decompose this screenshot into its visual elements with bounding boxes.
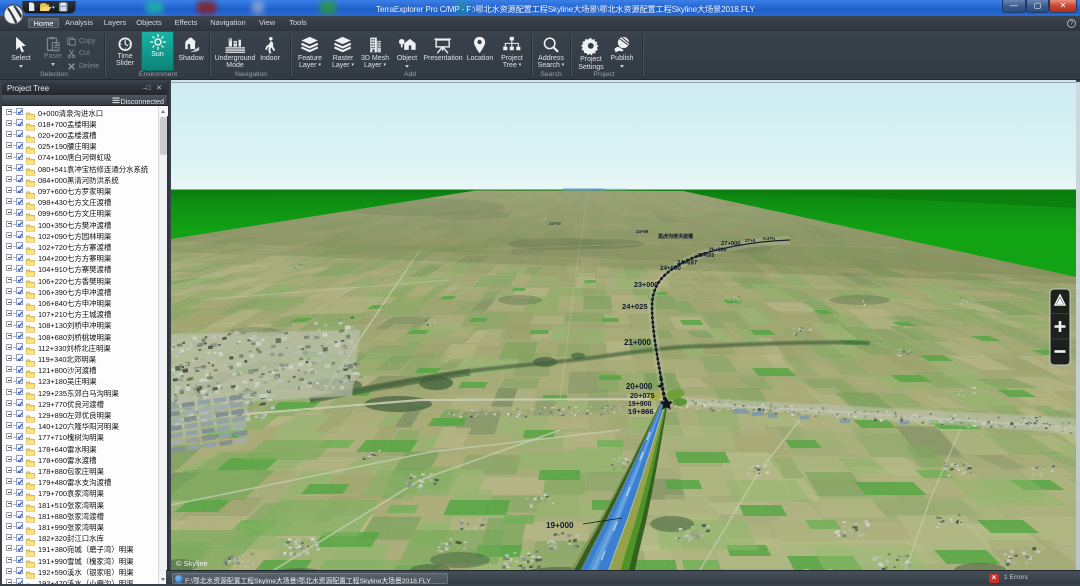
svg-text:24+05: 24+05 [636,229,649,234]
svg-text:24+025: 24+025 [622,302,648,311]
svg-text:黑虎沟排洪渡槽: 黑虎沟排洪渡槽 [658,233,693,240]
svg-text:19+000: 19+000 [546,521,574,530]
svg-text:-0.37%: -0.37% [762,236,776,241]
svg-text:24+000: 24+000 [660,265,681,272]
svg-text:24+00: 24+00 [549,221,561,226]
svg-text:21+000: 21+000 [624,338,651,347]
svg-text:27+0: 27+0 [745,238,756,243]
svg-text:20+075: 20+075 [630,391,655,400]
svg-text:23+000: 23+000 [634,280,658,289]
svg-text:25+000: 25+000 [697,253,715,259]
svg-text:© Skyline: © Skyline [176,559,208,568]
svg-text:19+866: 19+866 [628,407,654,416]
svg-text:27+000: 27+000 [721,241,741,247]
svg-text:20+000: 20+000 [626,382,653,391]
